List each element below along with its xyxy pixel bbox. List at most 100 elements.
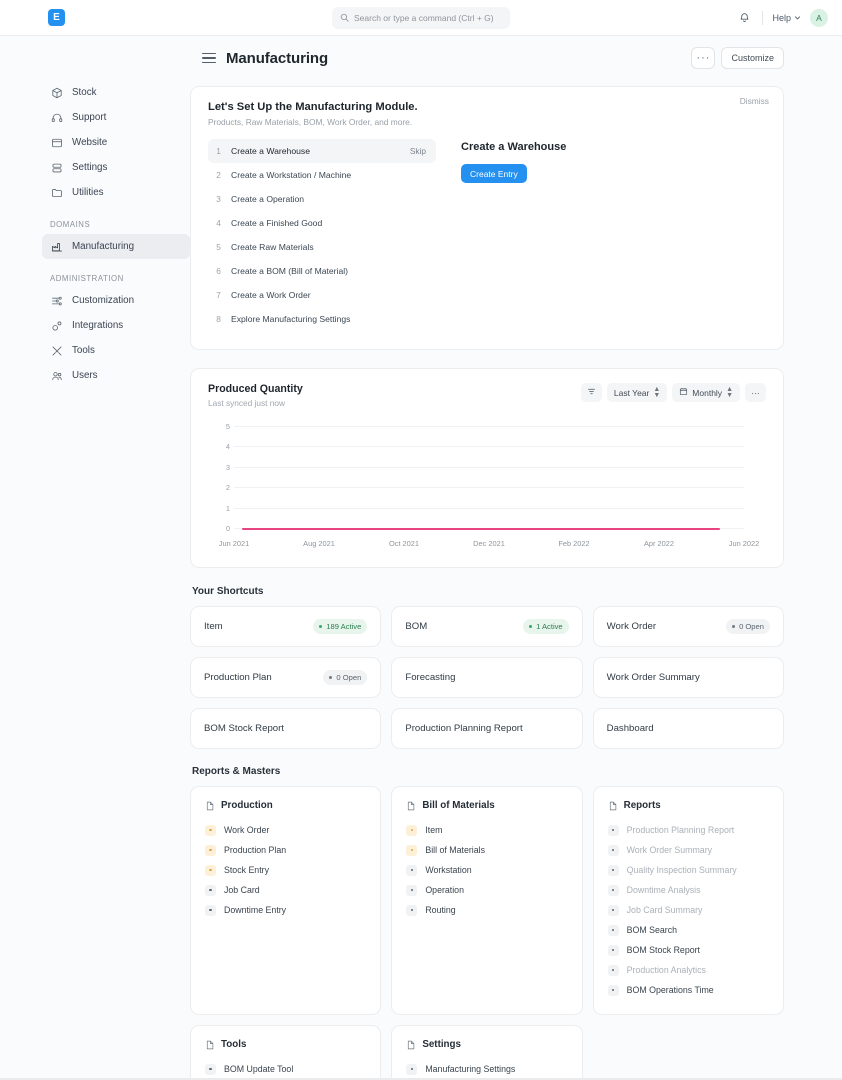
step-skip-button[interactable]: Skip <box>410 146 426 156</box>
card-header: Bill of Materials <box>406 800 567 811</box>
step-number: 8 <box>215 314 222 324</box>
chart-heading-group: Produced Quantity Last synced just now <box>208 383 303 408</box>
create-entry-button[interactable]: Create Entry <box>461 164 527 183</box>
avatar[interactable]: A <box>810 9 828 27</box>
list-item[interactable]: Operation <box>406 880 567 900</box>
shortcut-card[interactable]: Work Order Summary <box>593 657 784 698</box>
bell-icon[interactable] <box>735 9 753 27</box>
sidebar-item-users[interactable]: Users <box>42 363 190 388</box>
shortcut-card[interactable]: Production Planning Report <box>391 708 582 749</box>
shortcuts-grid: Item189 ActiveBOM1 Active Work Order 0 Ope… <box>190 606 784 749</box>
status-badge: 0 Open <box>726 619 770 634</box>
shortcut-label: Work Order <box>607 621 656 632</box>
sidebar-item-website[interactable]: Website <box>42 130 190 155</box>
search-input[interactable] <box>354 13 502 23</box>
sidebar-heading-administration: ADMINISTRATION <box>42 274 190 283</box>
onboarding-title: Let's Set Up the Manufacturing Module. <box>208 101 766 113</box>
list-item[interactable]: Stock Entry <box>205 860 366 880</box>
list-item[interactable]: Bill of Materials <box>406 840 567 860</box>
customize-button[interactable]: Customize <box>721 47 784 69</box>
list-item[interactable]: Work Order Summary <box>608 840 769 860</box>
body-wrapper: Stock Support <box>0 36 842 1078</box>
bullet-icon <box>205 865 216 876</box>
app-logo[interactable]: E <box>48 9 65 26</box>
sidebar-item-customization[interactable]: Customization <box>42 288 190 313</box>
list-item[interactable]: Item <box>406 820 567 840</box>
global-search[interactable] <box>332 7 510 29</box>
sidebar-item-support[interactable]: Support <box>42 105 190 130</box>
chart-more-button[interactable]: ··· <box>745 383 766 402</box>
status-badge-label: 1 Active <box>536 622 563 631</box>
chevron-updown-icon: ▲▼ <box>653 387 660 399</box>
list-item-label: Item <box>425 825 442 835</box>
dismiss-button[interactable]: Dismiss <box>740 96 769 106</box>
bullet-icon <box>608 905 619 916</box>
list-item[interactable]: Downtime Entry <box>205 900 366 920</box>
onboarding-step[interactable]: 1 Create a Warehouse Skip <box>208 139 436 163</box>
chart-range-select[interactable]: Last Year ▲▼ <box>607 383 667 402</box>
onboarding-step[interactable]: 8 Explore Manufacturing Settings <box>208 307 436 331</box>
bullet-icon <box>205 825 216 836</box>
tools-icon <box>50 344 63 357</box>
navbar-divider <box>762 11 763 25</box>
list-item[interactable]: Routing <box>406 900 567 920</box>
onboarding-step[interactable]: 4 Create a Finished Good <box>208 211 436 235</box>
chart-period-select[interactable]: Monthly ▲▼ <box>672 383 740 402</box>
list-item[interactable]: Production Planning Report <box>608 820 769 840</box>
onboarding-step[interactable]: 5 Create Raw Materials <box>208 235 436 259</box>
list-item[interactable]: BOM Update Tool <box>205 1059 366 1078</box>
sidebar-item-manufacturing[interactable]: Manufacturing <box>42 234 190 259</box>
list-item[interactable]: Job Card <box>205 880 366 900</box>
list-item[interactable]: BOM Operations Time <box>608 980 769 1000</box>
shortcut-card[interactable]: Dashboard <box>593 708 784 749</box>
bullet-icon <box>205 905 216 916</box>
step-label: Create a Warehouse <box>231 146 310 156</box>
chart-plot-area: 543210 <box>208 422 766 534</box>
shortcut-card[interactable]: Forecasting <box>391 657 582 698</box>
list-item[interactable]: Manufacturing Settings <box>406 1059 567 1078</box>
list-item[interactable]: Production Analytics <box>608 960 769 980</box>
hamburger-icon[interactable] <box>202 53 216 63</box>
bullet-icon <box>406 885 417 896</box>
list-item[interactable]: BOM Search <box>608 920 769 940</box>
list-item[interactable]: BOM Stock Report <box>608 940 769 960</box>
shortcut-card[interactable]: Production Plan0 Open <box>190 657 381 698</box>
bullet-icon <box>205 885 216 896</box>
sidebar-item-tools[interactable]: Tools <box>42 338 190 363</box>
chart-sync-status: Last synced just now <box>208 398 303 408</box>
onboarding-step[interactable]: 3 Create a Operation <box>208 187 436 211</box>
card-title: Production <box>221 800 273 811</box>
onboarding-step[interactable]: 6 Create a BOM (Bill of Material) <box>208 259 436 283</box>
page-more-button[interactable]: ··· <box>691 47 715 69</box>
shortcut-label: BOM Stock Report <box>204 723 284 734</box>
card-title: Settings <box>422 1039 461 1050</box>
shortcut-card[interactable]: BOM1 Active <box>391 606 582 647</box>
list-item[interactable]: Job Card Summary <box>608 900 769 920</box>
list-item-label: Quality Inspection Summary <box>627 865 737 875</box>
shortcut-card[interactable]: Work Order 0 Open <box>593 606 784 647</box>
list-item[interactable]: Work Order <box>205 820 366 840</box>
onboarding-step[interactable]: 7 Create a Work Order <box>208 283 436 307</box>
list-item[interactable]: Production Plan <box>205 840 366 860</box>
sidebar-item-stock[interactable]: Stock <box>42 80 190 105</box>
app-root: E Help <box>0 0 842 1080</box>
sidebar-item-utilities[interactable]: Utilities <box>42 180 190 205</box>
sidebar-item-settings[interactable]: Settings <box>42 155 190 180</box>
chevron-updown-icon: ▲▼ <box>726 387 733 399</box>
list-item[interactable]: Downtime Analysis <box>608 880 769 900</box>
help-menu[interactable]: Help <box>772 13 801 23</box>
step-label: Create a BOM (Bill of Material) <box>231 266 348 276</box>
onboarding-step[interactable]: 2 Create a Workstation / Machine <box>208 163 436 187</box>
status-badge-label: 0 Open <box>739 622 764 631</box>
chart-gridline <box>234 487 744 488</box>
chart-filter-button[interactable] <box>581 383 602 402</box>
step-number: 4 <box>215 218 222 228</box>
list-item[interactable]: Workstation <box>406 860 567 880</box>
sidebar-item-integrations[interactable]: Integrations <box>42 313 190 338</box>
shortcut-card[interactable]: Item189 Active <box>190 606 381 647</box>
chart-header: Produced Quantity Last synced just now <box>208 383 766 408</box>
shortcut-card[interactable]: BOM Stock Report <box>190 708 381 749</box>
step-label: Create Raw Materials <box>231 242 314 252</box>
onboarding-detail: Create a Warehouse Create Entry <box>436 139 566 331</box>
list-item[interactable]: Quality Inspection Summary <box>608 860 769 880</box>
